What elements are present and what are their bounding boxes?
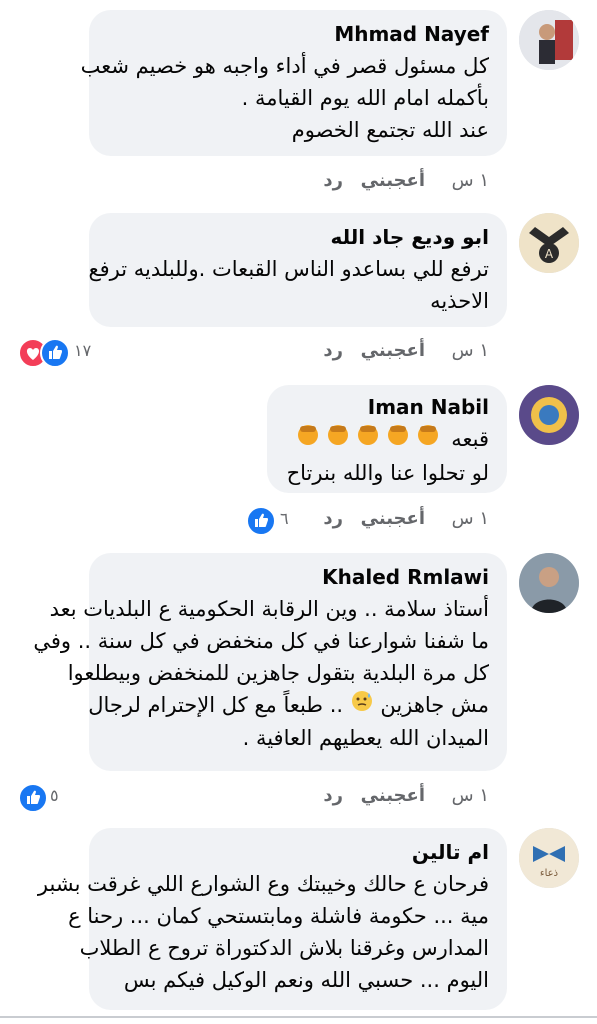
reply-button[interactable]: رد xyxy=(323,785,343,806)
comment-line: الميدان الله يعطيهم العافية . xyxy=(242,725,489,750)
comment-actions: ١ س أعجبني رد ١٧ xyxy=(0,338,597,370)
thumbs-up-icon xyxy=(246,506,276,536)
timestamp[interactable]: ١ س xyxy=(452,170,489,191)
reply-button[interactable]: رد xyxy=(323,508,343,529)
person-facepalming-icon xyxy=(295,422,445,459)
comment-text: .. طبعاً مع كل الإحترام لرجال xyxy=(88,693,344,717)
avatar[interactable]: A xyxy=(519,213,579,273)
comment-bubble: Khaled Rmlawi أستاذ سلامة .. وين الرقابة… xyxy=(33,553,507,771)
reaction-count: ٥ xyxy=(50,786,59,805)
svg-text:ذعاء: ذعاء xyxy=(540,868,558,879)
reply-button[interactable]: رد xyxy=(323,170,343,191)
svg-text:A: A xyxy=(545,247,554,261)
avatar-logo-icon: A xyxy=(519,213,579,273)
avatar[interactable] xyxy=(519,385,579,445)
comment-line: مش جاهزين .. طبعاً مع كل الإحترام لرجال xyxy=(88,687,489,725)
like-button[interactable]: أعجبني xyxy=(361,340,425,361)
thumbs-up-icon xyxy=(40,338,70,368)
comment-bubble: ام تالين فرحان ع حالك وخيبتك وع الشوارع … xyxy=(38,828,507,1010)
comment-line: قبعه xyxy=(285,421,489,459)
avatar[interactable] xyxy=(519,10,579,70)
divider xyxy=(0,1016,597,1018)
like-button[interactable]: أعجبني xyxy=(361,508,425,529)
reactions-summary[interactable]: ١٧ xyxy=(18,338,98,368)
author-name[interactable]: Mhmad Nayef xyxy=(107,20,489,48)
timestamp[interactable]: ١ س xyxy=(452,508,489,529)
timestamp[interactable]: ١ س xyxy=(452,340,489,361)
reactions-summary[interactable]: ٥ xyxy=(18,783,78,813)
author-name[interactable]: ام تالين xyxy=(107,838,489,866)
comment-text: مش جاهزين xyxy=(380,693,489,717)
comment-line: اليوم ... حسبي الله ونعم الوكيل فيكم بس xyxy=(123,968,489,992)
comment-text: قبعه xyxy=(451,427,489,451)
thinking-sweat-face-icon xyxy=(350,688,374,725)
author-name[interactable]: ابو وديع جاد الله xyxy=(107,223,489,251)
avatar[interactable]: ذعاء xyxy=(519,828,579,888)
avatar[interactable] xyxy=(519,553,579,613)
reaction-count: ١٧ xyxy=(74,341,92,360)
comment-line: لو تحلوا عنا والله بنرتاح xyxy=(286,460,489,485)
comment-actions: ١ س أعجبني رد xyxy=(0,170,597,200)
comment-actions: ١ س أعجبني رد ٦ xyxy=(0,506,597,538)
comment-line: عند الله تجتمع الخصوم xyxy=(291,118,489,142)
author-name[interactable]: Iman Nabil xyxy=(285,393,489,421)
timestamp[interactable]: ١ س xyxy=(452,785,489,806)
comment-bubble: Iman Nabil قبعه لو تحلوا عنا والله بنرتا… xyxy=(267,385,507,493)
comment-bubble: ابو وديع جاد الله ترفع للي بساعدو الناس … xyxy=(88,213,507,327)
reply-button[interactable]: رد xyxy=(323,340,343,361)
reaction-count: ٦ xyxy=(280,509,289,528)
reactions-summary[interactable]: ٦ xyxy=(246,506,306,536)
avatar-bowtie-icon: ذعاء xyxy=(519,828,579,888)
avatar-art-icon xyxy=(519,385,579,445)
comment-actions: ١ س أعجبني رد ٥ xyxy=(0,783,597,815)
author-name[interactable]: Khaled Rmlawi xyxy=(107,563,489,591)
avatar-photo-icon xyxy=(519,10,579,70)
like-button[interactable]: أعجبني xyxy=(361,785,425,806)
comment-line: الاحذيه xyxy=(430,289,489,313)
like-button[interactable]: أعجبني xyxy=(361,170,425,191)
thumbs-up-icon xyxy=(18,783,48,813)
avatar-photo-icon xyxy=(519,553,579,613)
comment-bubble: Mhmad Nayef كل مسئول قصر في أداء واجبه ه… xyxy=(81,10,507,156)
